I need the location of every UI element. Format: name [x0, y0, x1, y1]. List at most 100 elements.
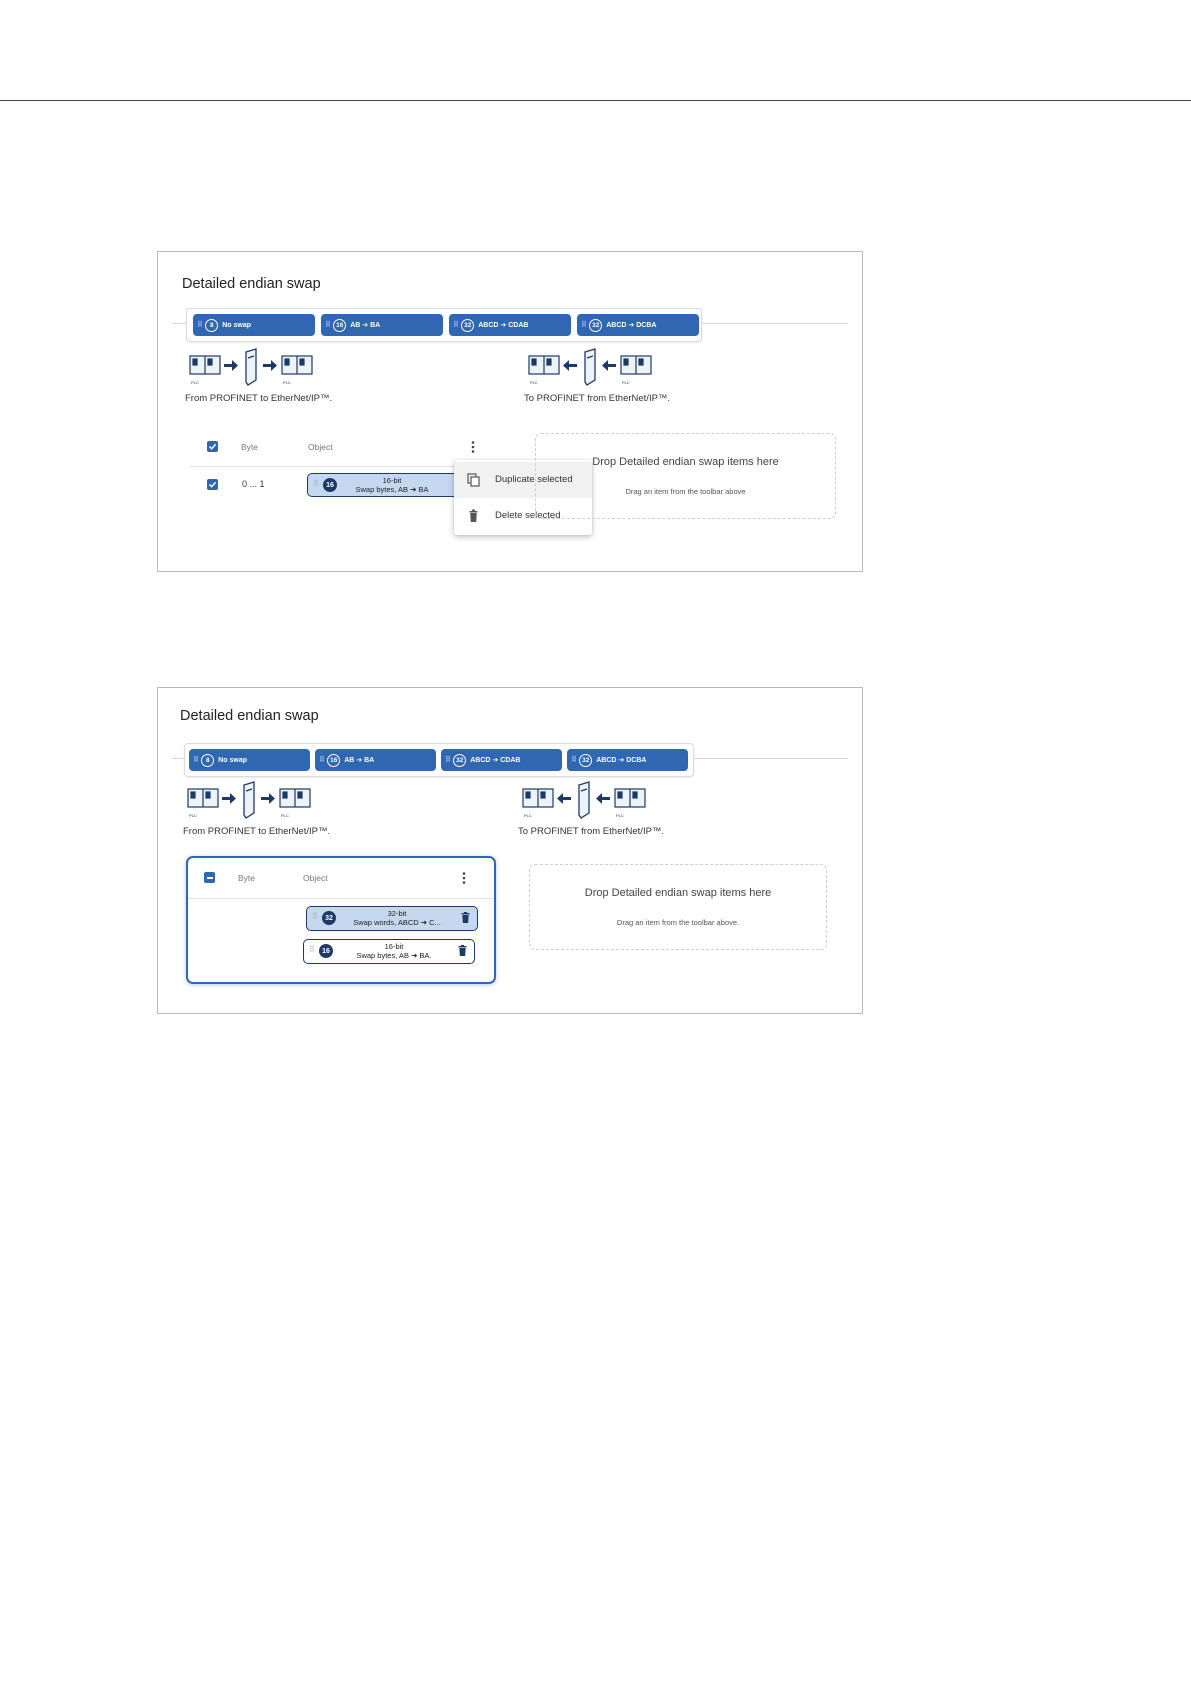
column-header-byte: Byte	[238, 873, 256, 883]
drag-handle-icon[interactable]: ⠿	[445, 756, 451, 764]
swap-item-list: Byte Object 0 ... 1 ⠿ 16 16-bit Swap byt…	[190, 428, 490, 518]
swap-item-16bit[interactable]: ⠿ 16 16-bit Swap bytes, AB ➔ BA	[307, 473, 467, 497]
item-bit-width: 16-bit	[384, 942, 404, 951]
item-bit-width: 32-bit	[387, 909, 407, 918]
plc-label: PLC	[524, 813, 532, 818]
plc-icon	[620, 355, 652, 375]
page-header-rule	[0, 100, 1191, 101]
drag-handle-icon[interactable]: ⠿	[309, 946, 315, 954]
chip-label: ABCD ➔ CDAB	[478, 322, 529, 329]
plc-icon	[522, 788, 554, 808]
row-checkbox[interactable]	[207, 479, 218, 490]
item-description: Swap bytes, AB ➔ BA.	[356, 951, 432, 960]
swap-item-32bit[interactable]: ⠿ 32 32-bit Swap words, ABCD ➔ C...	[306, 906, 478, 931]
select-all-checkbox[interactable]	[207, 441, 218, 452]
drag-handle-icon[interactable]: ⠿	[193, 756, 199, 764]
swap-toolbar: ⠿ 8 No swap ⠿ 16 AB ➔ BA ⠿ 32 ABCD ➔ CDA…	[184, 743, 694, 777]
chip-no-swap[interactable]: ⠿ 8 No swap	[193, 314, 315, 336]
swap-item-16bit[interactable]: ⠿ 16 16-bit Swap bytes, AB ➔ BA.	[303, 939, 475, 964]
drag-handle-icon[interactable]: ⠿	[325, 321, 331, 329]
plc-label: PLC	[191, 380, 199, 385]
bit-width-badge: 32	[453, 753, 467, 767]
flow-caption-right: To PROFINET from EtherNet/IP™.	[518, 826, 665, 837]
bit-width-badge: 32	[579, 753, 593, 767]
plc-label: PLC	[281, 813, 289, 818]
panel-title: Detailed endian swap	[182, 276, 321, 292]
column-header-object: Object	[308, 442, 333, 452]
bit-width-badge: 8	[205, 318, 219, 332]
drop-zone-title: Drop Detailed endian swap items here	[592, 456, 779, 468]
delete-item-icon[interactable]	[458, 945, 467, 956]
check-icon	[208, 481, 217, 488]
drag-handle-icon[interactable]: ⠿	[197, 321, 203, 329]
gateway-icon	[578, 781, 590, 819]
list-header: Byte Object	[190, 428, 490, 467]
drop-zone-subtitle: Drag an item from the toolbar above.	[616, 918, 740, 927]
copy-icon	[467, 473, 480, 487]
plc-label: PLC	[283, 380, 291, 385]
plc-label: PLC	[530, 380, 538, 385]
flow-caption-left: From PROFINET to EtherNet/IP™.	[185, 393, 333, 404]
item-description: Swap words, ABCD ➔ C...	[353, 918, 441, 927]
chip-label: ABCD ➔ DCBA	[606, 322, 657, 329]
arrow-right-icon	[261, 793, 275, 804]
bit-width-badge: 32	[322, 911, 336, 925]
chip-label: ABCD ➔ DCBA	[596, 757, 647, 764]
drag-handle-icon[interactable]: ⠿	[312, 913, 318, 921]
bit-width-badge: 16	[319, 944, 333, 958]
drag-handle-icon[interactable]: ⠿	[319, 756, 325, 764]
chip-swap-32-dcba[interactable]: ⠿ 32 ABCD ➔ DCBA	[567, 749, 688, 771]
arrow-left-icon	[596, 793, 610, 804]
arrow-left-icon	[557, 793, 571, 804]
plc-icon	[189, 355, 221, 375]
trash-icon	[469, 509, 478, 522]
bit-width-badge: 16	[327, 753, 341, 767]
chip-swap-16-ab-ba[interactable]: ⠿ 16 AB ➔ BA	[321, 314, 443, 336]
chip-label: AB ➔ BA	[350, 322, 381, 329]
bit-width-badge: 16	[323, 478, 337, 492]
drop-zone[interactable]: Drop Detailed endian swap items here Dra…	[529, 864, 827, 950]
drop-zone-subtitle: Drag an item from the toolbar above	[625, 487, 746, 496]
flow-caption-right: To PROFINET from EtherNet/IP™.	[524, 393, 671, 404]
profinet-to-ethernetip-diagram: PLC PLC	[187, 781, 311, 819]
arrow-right-icon	[224, 360, 238, 371]
more-options-icon[interactable]	[468, 440, 478, 454]
more-options-icon[interactable]	[459, 871, 469, 885]
profinet-to-ethernetip-diagram: PLC PLC	[189, 348, 313, 386]
drag-handle-icon[interactable]: ⠿	[571, 756, 577, 764]
flow-caption-left: From PROFINET to EtherNet/IP™.	[183, 826, 331, 837]
profinet-from-ethernetip-diagram: PLC PLC	[528, 348, 652, 386]
arrow-right-icon	[222, 793, 236, 804]
list-header: Byte Object	[188, 858, 494, 899]
drag-handle-icon[interactable]: ⠿	[453, 321, 459, 329]
plc-label: PLC	[622, 380, 630, 385]
arrow-left-icon	[563, 360, 577, 371]
plc-icon	[187, 788, 219, 808]
profinet-from-ethernetip-diagram: PLC PLC	[522, 781, 646, 819]
drag-handle-icon[interactable]: ⠿	[581, 321, 587, 329]
chip-no-swap[interactable]: ⠿ 8 No swap	[189, 749, 310, 771]
chip-swap-16-ab-ba[interactable]: ⠿ 16 AB ➔ BA	[315, 749, 436, 771]
item-bit-width: 16-bit	[382, 476, 402, 485]
drop-zone[interactable]: Drop Detailed endian swap items here Dra…	[535, 433, 836, 519]
bit-width-badge: 32	[461, 318, 475, 332]
plc-icon	[528, 355, 560, 375]
drag-handle-icon[interactable]: ⠿	[313, 480, 319, 488]
chip-label: AB ➔ BA	[344, 757, 375, 764]
plc-icon	[614, 788, 646, 808]
endian-swap-panel-2: Detailed endian swap ⠿ 8 No swap ⠿ 16 AB…	[157, 687, 863, 1014]
chip-swap-32-dcba[interactable]: ⠿ 32 ABCD ➔ DCBA	[577, 314, 699, 336]
row-byte-range: 0 ... 1	[242, 479, 265, 489]
swap-item-list[interactable]: Byte Object ⠿ 32 32-bit Swap words, ABCD…	[186, 856, 496, 984]
arrow-left-icon	[602, 360, 616, 371]
chip-swap-32-cdab[interactable]: ⠿ 32 ABCD ➔ CDAB	[449, 314, 571, 336]
chip-swap-32-cdab[interactable]: ⠿ 32 ABCD ➔ CDAB	[441, 749, 562, 771]
plc-label: PLC	[189, 813, 197, 818]
chip-label: ABCD ➔ CDAB	[470, 757, 521, 764]
plc-icon	[279, 788, 311, 808]
delete-item-icon[interactable]	[461, 912, 470, 923]
endian-swap-panel-1: Detailed endian swap ⠿ 8 No swap ⠿ 16 AB…	[157, 251, 863, 572]
column-header-object: Object	[303, 873, 328, 883]
chip-label: No swap	[222, 321, 252, 329]
select-all-checkbox-indeterminate[interactable]	[204, 872, 215, 883]
